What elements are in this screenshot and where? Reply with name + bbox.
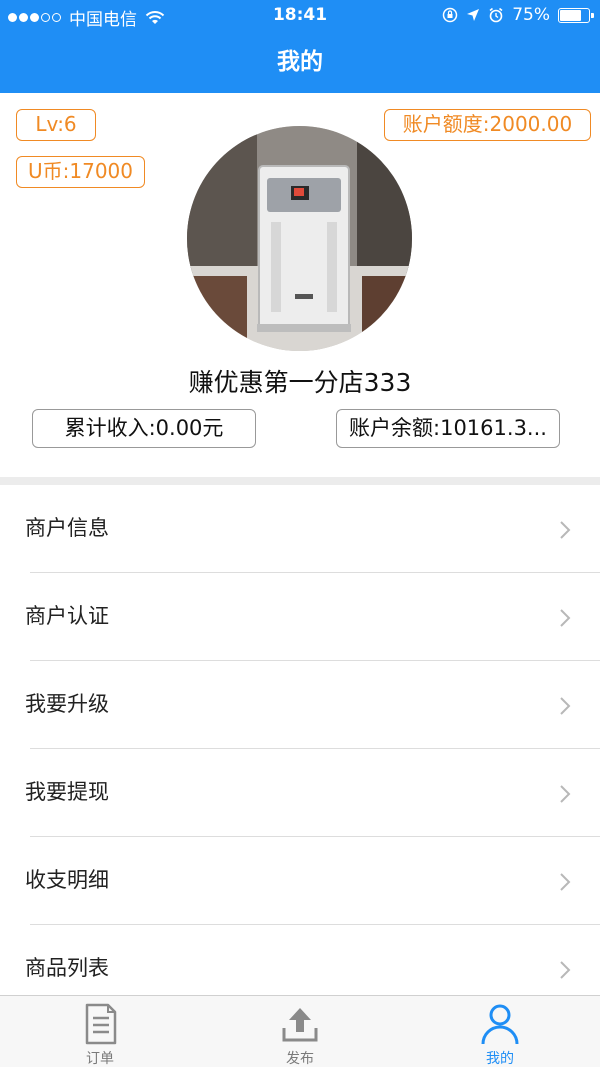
quota-badge: 账户额度:2000.00 <box>384 109 591 141</box>
chevron-right-icon <box>560 873 571 891</box>
chevron-right-icon <box>560 521 571 539</box>
chevron-right-icon <box>560 697 571 715</box>
tab-label: 订单 <box>86 1051 114 1067</box>
chevron-right-icon <box>560 785 571 803</box>
coins-badge: U币:17000 <box>16 156 145 188</box>
menu-item-withdraw[interactable]: 我要提现 <box>0 749 600 837</box>
menu-item-label: 我要提现 <box>25 780 109 804</box>
document-icon <box>85 1003 117 1045</box>
chevron-right-icon <box>560 609 571 627</box>
menu-item-label: 收支明细 <box>25 868 109 892</box>
chevron-right-icon <box>560 961 571 979</box>
store-name: 赚优惠第一分店333 <box>188 368 412 397</box>
menu-item-merchant-info[interactable]: 商户信息 <box>0 485 600 573</box>
page-title: 我的 <box>277 49 323 75</box>
tab-publish[interactable]: 发布 <box>200 996 400 1067</box>
location-icon <box>467 9 480 21</box>
alarm-icon <box>489 7 503 23</box>
tab-mine[interactable]: 我的 <box>400 996 600 1067</box>
account-balance-button[interactable]: 账户余额:10161.3... <box>336 409 560 448</box>
menu-item-label: 商户信息 <box>25 516 109 540</box>
upload-icon <box>282 1008 318 1042</box>
menu-item-label: 我要升级 <box>25 692 109 716</box>
tab-label: 我的 <box>486 1051 514 1067</box>
rotation-lock-icon <box>442 7 458 23</box>
tab-label: 发布 <box>286 1051 314 1067</box>
status-bar: 中国电信 18:41 75% <box>0 0 600 32</box>
menu-item-transactions[interactable]: 收支明细 <box>0 837 600 925</box>
total-income-button[interactable]: 累计收入:0.00元 <box>32 409 256 448</box>
menu-item-label: 商品列表 <box>25 956 109 980</box>
top-bar: 中国电信 18:41 75% 我的 <box>0 0 600 93</box>
person-icon <box>481 1004 519 1045</box>
avatar[interactable] <box>187 126 412 351</box>
level-badge: Lv:6 <box>16 109 96 141</box>
menu-item-label: 商户认证 <box>25 604 109 628</box>
menu-list: 商户信息 商户认证 我要升级 我要提现 收支明细 商品列表 <box>0 485 600 1013</box>
profile-header: Lv:6 U币:17000 账户额度:2000.00 赚优惠第一分店333 累计… <box>0 93 600 477</box>
menu-item-upgrade[interactable]: 我要升级 <box>0 661 600 749</box>
section-divider <box>0 477 600 485</box>
battery-percent: 75% <box>512 5 550 25</box>
tab-bar: 订单 发布 我的 <box>0 995 600 1067</box>
battery-icon <box>558 7 594 23</box>
tab-orders[interactable]: 订单 <box>0 996 200 1067</box>
avatar-photo <box>187 126 412 351</box>
menu-item-merchant-verification[interactable]: 商户认证 <box>0 573 600 661</box>
